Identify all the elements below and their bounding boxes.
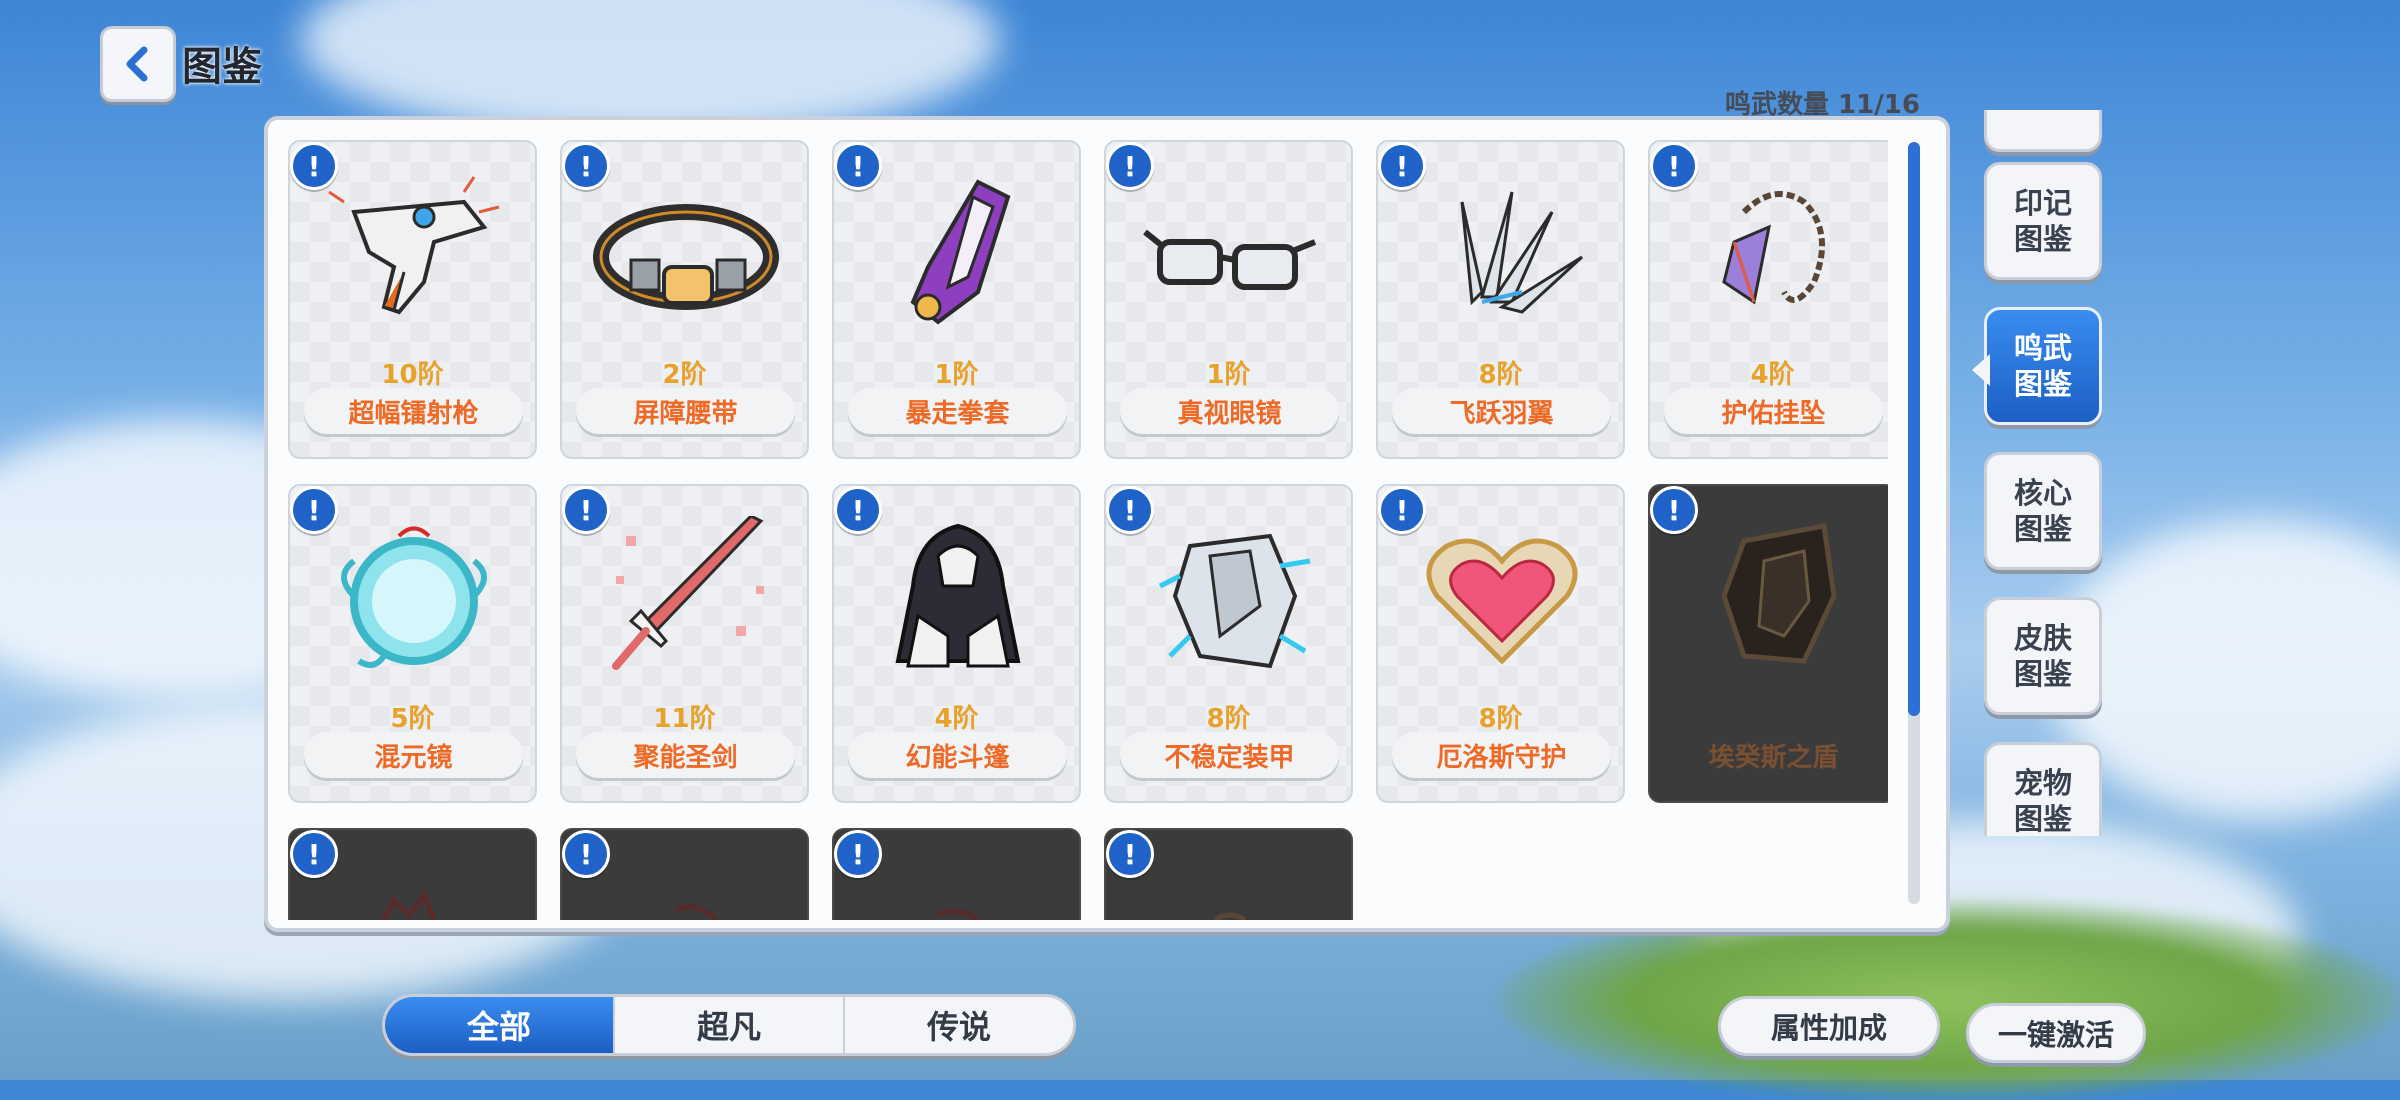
one-click-activate-button[interactable]: 一键激活 bbox=[1966, 1003, 2146, 1063]
belt-icon bbox=[593, 204, 779, 310]
gauntlet-icon bbox=[910, 179, 1011, 325]
item-grade: 8阶 bbox=[1478, 704, 1523, 734]
laser-gun-icon bbox=[328, 176, 500, 315]
tab-pet-collection[interactable]: 宠物 图鉴 bbox=[1984, 742, 2102, 836]
item-name: 幻能斗篷 bbox=[848, 732, 1067, 778]
item-card[interactable]: ! 4阶 护佑挂坠 bbox=[1648, 140, 1888, 459]
locked-item-icon bbox=[381, 889, 437, 920]
item-grade: 8阶 bbox=[1478, 360, 1523, 390]
item-name: 护佑挂坠 bbox=[1664, 388, 1883, 434]
tab-weapon-collection[interactable]: 鸣武 图鉴 bbox=[1984, 307, 2102, 425]
tab-label: 图鉴 bbox=[2013, 367, 2072, 401]
item-card[interactable]: ! 4阶 幻能斗篷 bbox=[832, 484, 1081, 803]
item-name: 不稳定装甲 bbox=[1120, 732, 1339, 778]
item-card[interactable]: ! 10阶 超幅镭射枪 bbox=[288, 140, 537, 459]
filter-extraordinary-button[interactable]: 超凡 bbox=[615, 997, 845, 1053]
item-card[interactable]: ! 11阶 聚能圣剑 bbox=[560, 484, 809, 803]
locked-item-icon bbox=[1213, 912, 1247, 920]
tab-label: 宠物 bbox=[2013, 766, 2072, 800]
collection-category-tabs: 印记 图鉴 鸣武 图鉴 核心 图鉴 皮肤 图鉴 宠物 图鉴 bbox=[1978, 110, 2118, 836]
rarity-filter: 全部 超凡 传说 bbox=[382, 994, 1076, 1056]
tab-core-collection[interactable]: 核心 图鉴 bbox=[1984, 452, 2102, 570]
page-title: 图鉴 bbox=[182, 44, 262, 90]
item-name: 厄洛斯守护 bbox=[1392, 732, 1611, 778]
shield-icon bbox=[1721, 523, 1837, 664]
attribute-bonus-button[interactable]: 属性加成 bbox=[1718, 996, 1940, 1056]
chevron-left-icon bbox=[126, 46, 148, 82]
cloak-icon bbox=[895, 523, 1021, 668]
item-name: 超幅镭射枪 bbox=[304, 388, 523, 434]
item-card[interactable]: ! 5阶 混元镜 bbox=[288, 484, 537, 803]
collection-panel: ! 10阶 超幅镭射枪 ! 2阶 屏障腰带 ! 1阶 暴走拳套 ! 1阶 真视眼… bbox=[264, 116, 1950, 932]
item-grade: 4阶 bbox=[934, 704, 979, 734]
tab-skin-collection[interactable]: 皮肤 图鉴 bbox=[1984, 597, 2102, 715]
item-grade: 1阶 bbox=[1206, 360, 1251, 390]
item-card-locked[interactable]: ! bbox=[288, 828, 537, 920]
tab-label: 核心 bbox=[2013, 476, 2072, 510]
item-grade: 8阶 bbox=[1206, 704, 1251, 734]
tab-label: 鸣武 bbox=[2013, 331, 2072, 365]
item-card[interactable]: ! 8阶 不稳定装甲 bbox=[1104, 484, 1353, 803]
tab-label: 图鉴 bbox=[2013, 802, 2072, 836]
item-card[interactable]: ! 1阶 暴走拳套 bbox=[832, 140, 1081, 459]
item-name: 屏障腰带 bbox=[576, 388, 795, 434]
item-name: 飞跃羽翼 bbox=[1392, 388, 1611, 434]
active-tab-pointer-icon bbox=[1972, 354, 1990, 386]
tab-mark-collection[interactable]: 印记 图鉴 bbox=[1984, 162, 2102, 280]
item-card[interactable]: ! 2阶 屏障腰带 bbox=[560, 140, 809, 459]
mirror-icon bbox=[341, 526, 487, 668]
tab-hidden-above[interactable] bbox=[1984, 110, 2102, 152]
item-card-locked[interactable]: ! bbox=[832, 828, 1081, 920]
item-card[interactable]: ! 8阶 厄洛斯守护 bbox=[1376, 484, 1625, 803]
tab-label: 图鉴 bbox=[2013, 512, 2072, 546]
item-name: 埃癸斯之盾 bbox=[1708, 742, 1839, 773]
back-button[interactable] bbox=[100, 26, 176, 102]
item-name: 混元镜 bbox=[304, 732, 523, 778]
tab-label: 图鉴 bbox=[2013, 222, 2072, 256]
item-name: 真视眼镜 bbox=[1120, 388, 1339, 434]
tab-label: 皮肤 bbox=[2013, 621, 2072, 655]
grid-scrollbar-thumb[interactable] bbox=[1908, 142, 1920, 716]
filter-legendary-button[interactable]: 传说 bbox=[845, 997, 1073, 1053]
heart-icon bbox=[1426, 538, 1578, 665]
item-grade: 5阶 bbox=[390, 704, 435, 734]
sword-icon bbox=[612, 516, 764, 670]
wings-icon bbox=[1460, 191, 1584, 314]
item-card-locked[interactable]: ! 埃癸斯之盾 bbox=[1648, 484, 1888, 803]
filter-all-button[interactable]: 全部 bbox=[385, 997, 615, 1053]
item-name: 聚能圣剑 bbox=[576, 732, 795, 778]
item-grade: 11阶 bbox=[653, 704, 716, 734]
locked-item-icon bbox=[936, 908, 980, 920]
item-card[interactable]: ! 8阶 飞跃羽翼 bbox=[1376, 140, 1625, 459]
item-grade: 10阶 bbox=[381, 360, 444, 390]
pendant-icon bbox=[1722, 191, 1825, 305]
glasses-icon bbox=[1143, 229, 1317, 290]
item-card-locked[interactable]: ! bbox=[560, 828, 809, 920]
item-grid: ! 10阶 超幅镭射枪 ! 2阶 屏障腰带 ! 1阶 暴走拳套 ! 1阶 真视眼… bbox=[288, 140, 1888, 920]
item-card[interactable]: ! 1阶 真视眼镜 bbox=[1104, 140, 1353, 459]
locked-item-icon bbox=[674, 904, 718, 920]
item-grade: 1阶 bbox=[934, 360, 979, 390]
armor-icon bbox=[1158, 533, 1311, 669]
tab-label: 印记 bbox=[2013, 186, 2072, 220]
tab-label: 图鉴 bbox=[2013, 657, 2072, 691]
item-grade: 4阶 bbox=[1750, 360, 1795, 390]
grid-scrollbar[interactable] bbox=[1908, 142, 1920, 904]
item-grade: 2阶 bbox=[662, 360, 707, 390]
item-card-locked[interactable]: ! bbox=[1104, 828, 1353, 920]
item-name: 暴走拳套 bbox=[848, 388, 1067, 434]
